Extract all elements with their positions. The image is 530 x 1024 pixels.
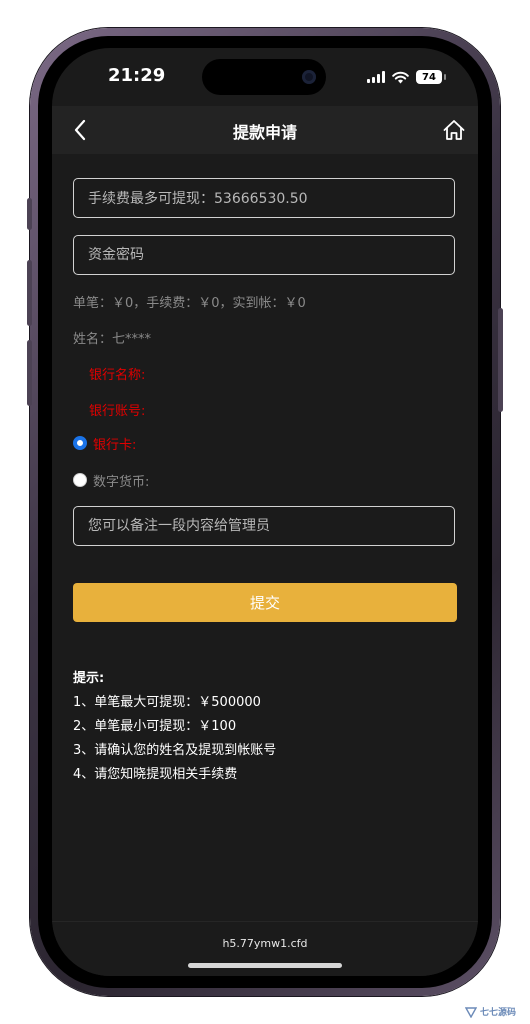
status-bar: 21:29 74	[52, 48, 478, 106]
bank-account-label: 银行账号:	[89, 404, 146, 419]
bank-name-label: 银行名称:	[89, 368, 146, 383]
account-name: 姓名：七****	[73, 332, 152, 347]
radio-selected-icon[interactable]	[73, 436, 87, 450]
phone-screen: 21:29 74 提款申请 手续费最多可提现：53666530.50 单笔：￥0…	[52, 48, 478, 976]
tip-item: 3、请确认您的姓名及提现到帐账号	[73, 743, 277, 758]
watermark-logo-icon	[464, 1006, 477, 1018]
volume-down-button	[27, 340, 32, 406]
submit-button[interactable]: 提交	[73, 583, 457, 622]
volume-up-button	[27, 260, 32, 326]
battery-icon: 74	[416, 70, 446, 84]
page-title: 提款申请	[232, 123, 297, 142]
remark-input[interactable]	[73, 506, 455, 546]
option-crypto[interactable]: 数字货币:	[73, 471, 150, 490]
option-bank-card[interactable]: 银行卡:	[73, 434, 137, 453]
power-button	[498, 308, 503, 412]
tips-section: 提示: 1、单笔最大可提现：￥500000 2、单笔最小可提现：￥100 3、请…	[73, 667, 453, 787]
front-camera-icon	[302, 70, 316, 84]
radio-unselected-icon[interactable]	[73, 473, 87, 487]
tip-item: 1、单笔最大可提现：￥500000	[73, 695, 261, 710]
option-crypto-label: 数字货币:	[93, 474, 150, 490]
tips-title: 提示:	[73, 671, 105, 686]
max-withdraw-field[interactable]	[73, 178, 455, 218]
wifi-icon	[392, 71, 409, 83]
watermark: 七七源码	[464, 1005, 516, 1018]
dynamic-island	[202, 59, 326, 95]
status-time: 21:29	[108, 65, 166, 86]
watermark-text: 七七源码	[479, 1008, 516, 1018]
option-bank-card-label: 银行卡:	[93, 437, 137, 453]
home-icon	[443, 120, 465, 140]
cellular-signal-icon	[367, 71, 385, 83]
status-icons: 74	[367, 69, 446, 85]
tip-item: 4、请您知晓提现相关手续费	[73, 767, 238, 782]
fee-summary: 单笔：￥0，手续费：￥0，实到帐：￥0	[73, 296, 306, 311]
silent-switch	[27, 198, 32, 230]
battery-level: 74	[422, 71, 436, 83]
home-indicator[interactable]	[188, 963, 342, 968]
url-label[interactable]: h5.77ymw1.cfd	[52, 937, 478, 950]
tip-item: 2、单笔最小可提现：￥100	[73, 719, 237, 734]
nav-bar: 提款申请	[52, 106, 478, 154]
browser-bottom-bar: h5.77ymw1.cfd	[52, 921, 478, 976]
fund-password-input[interactable]	[73, 235, 455, 275]
home-button[interactable]	[438, 114, 470, 146]
